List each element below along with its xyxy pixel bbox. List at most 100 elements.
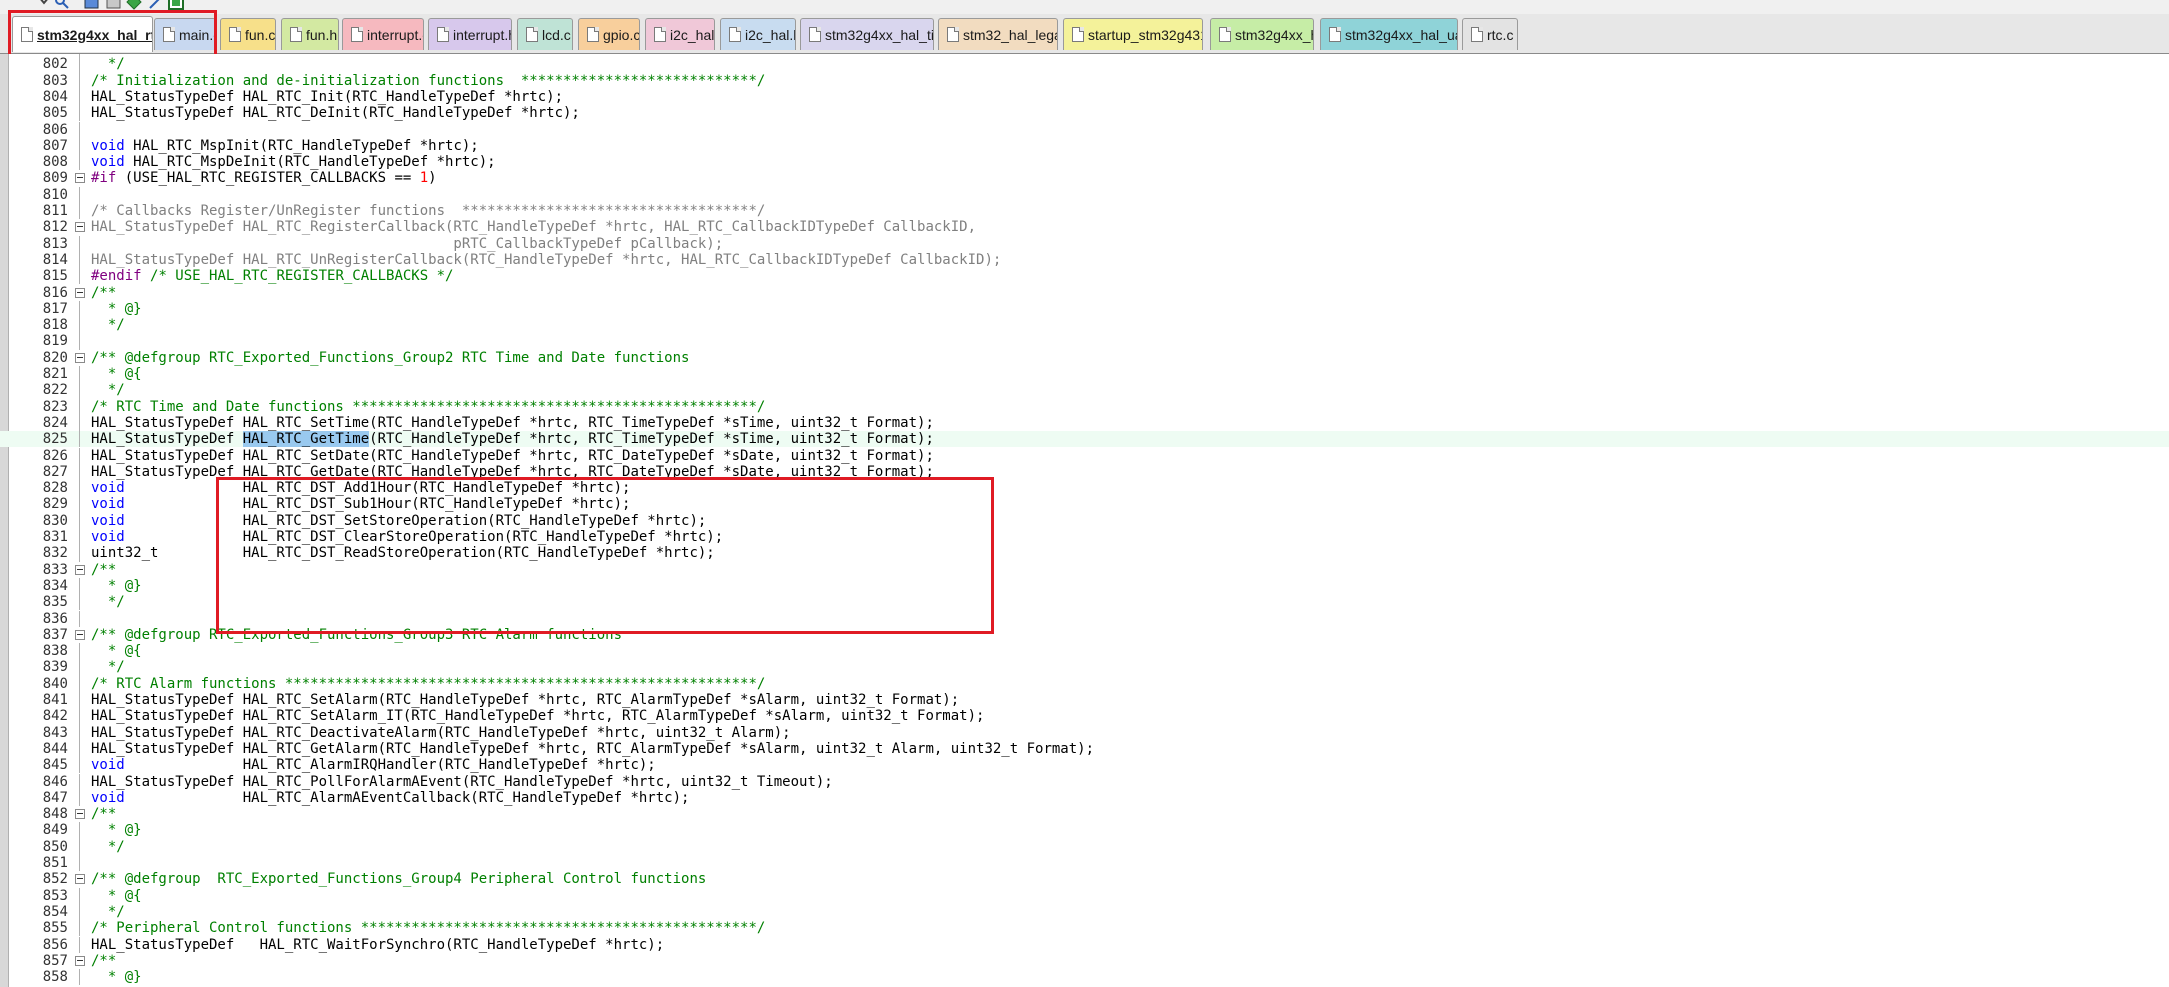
fold-toggle-icon[interactable] — [75, 173, 85, 184]
code-line[interactable]: 821 * @{ — [0, 366, 2169, 383]
fold-guide — [79, 789, 80, 807]
code-line[interactable]: 804 HAL_StatusTypeDef HAL_RTC_Init(RTC_Ha… — [0, 88, 2169, 106]
code-line[interactable]: 835 */ — [0, 594, 2169, 611]
code-line[interactable]: 810 — [0, 186, 2169, 203]
file-tab-bar: stm32g4xx_hal_rtc.h main.c fun.c fun.h inter… — [0, 14, 2169, 54]
code-line[interactable]: 809 #if (USE_HAL_RTC_REGISTER_CALLBACKS =… — [0, 170, 2169, 186]
code-line[interactable]: 811 /* Callbacks Register/UnRegister func… — [0, 203, 2169, 220]
fold-toggle-icon[interactable] — [75, 874, 85, 885]
code-line[interactable]: 842 HAL_StatusTypeDef HAL_RTC_SetAlarm_IT… — [0, 708, 2169, 725]
build-icon[interactable] — [84, 0, 100, 10]
tab-stm32-hal-legacy-h[interactable]: stm32_hal_legacy.h — [938, 18, 1058, 50]
fold-toggle-icon[interactable] — [75, 352, 85, 363]
code-line[interactable]: 833 /** — [0, 562, 2169, 578]
code-line[interactable]: 847 void HAL_RTC_AlarmAEventCallback(RTC_… — [0, 789, 2169, 807]
code-line[interactable]: 834 * @} — [0, 577, 2169, 595]
code-line[interactable]: 818 */ — [0, 317, 2169, 334]
tab-interrupt-h[interactable]: interrupt.h — [428, 18, 512, 50]
code-line[interactable]: 827 HAL_StatusTypeDef HAL_RTC_GetDate(RTC… — [0, 463, 2169, 481]
tab-gpio-c[interactable]: gpio.c — [578, 18, 640, 50]
code-line[interactable]: 817 * @} — [0, 300, 2169, 318]
line-number: 821 — [42, 366, 68, 382]
fold-guide — [79, 121, 80, 138]
code-line[interactable]: 836 — [0, 610, 2169, 627]
code-line[interactable]: 844 HAL_StatusTypeDef HAL_RTC_GetAlarm(RT… — [0, 740, 2169, 758]
dropdown-arrow-icon[interactable] — [36, 0, 52, 10]
fold-guide — [79, 480, 80, 497]
code-line[interactable]: 803 /* Initialization and de-initializati… — [0, 72, 2169, 89]
code-line[interactable]: 807 void HAL_RTC_MspInit(RTC_HandleTypeDe… — [0, 137, 2169, 155]
fold-guide — [79, 366, 80, 383]
code-line[interactable]: 806 — [0, 121, 2169, 138]
code-line[interactable]: 850 */ — [0, 838, 2169, 855]
code-line[interactable]: 845 void HAL_RTC_AlarmIRQHandler(RTC_Hand… — [0, 757, 2169, 774]
code-line[interactable]: 829 void HAL_RTC_DST_Sub1Hour(RTC_HandleT… — [0, 496, 2169, 513]
tab-i2c-hal-c[interactable]: i2c_hal.c — [645, 18, 715, 50]
code-line[interactable]: 849 * @} — [0, 822, 2169, 839]
fold-toggle-icon[interactable] — [75, 809, 85, 820]
code-line[interactable]: 841 HAL_StatusTypeDef HAL_RTC_SetAlarm(RT… — [0, 692, 2169, 709]
tab-stm32g4xx-hal-rtc-h[interactable]: stm32g4xx_hal_rtc.h — [12, 16, 153, 52]
tab-stm32g4xx-hal-tim-h[interactable]: stm32g4xx_hal_tim.h — [800, 18, 934, 50]
code-line[interactable]: 856 HAL_StatusTypeDef HAL_RTC_WaitForSync… — [0, 936, 2169, 953]
tab-label: main.c — [179, 26, 215, 43]
code-line[interactable]: 819 — [0, 333, 2169, 350]
code-line[interactable]: 822 */ — [0, 382, 2169, 399]
code-line[interactable]: 851 — [0, 855, 2169, 872]
load-icon[interactable] — [126, 0, 142, 10]
code-line[interactable]: 853 * @{ — [0, 887, 2169, 904]
code-line[interactable]: 848 /** — [0, 806, 2169, 822]
fold-toggle-icon[interactable] — [75, 629, 85, 640]
tab-i2c-hal-h[interactable]: i2c_hal.h — [720, 18, 796, 50]
code-line[interactable]: 831 void HAL_RTC_DST_ClearStoreOperation(… — [0, 529, 2169, 546]
find-icon[interactable] — [54, 0, 70, 10]
code-line[interactable]: 823 /* RTC Time and Date functions ******… — [0, 398, 2169, 415]
fold-toggle-icon[interactable] — [75, 564, 85, 575]
code-line[interactable]: 858 * @} — [0, 969, 2169, 986]
code-line[interactable]: 843 HAL_StatusTypeDef HAL_RTC_DeactivateA… — [0, 724, 2169, 741]
tab-lcd-c[interactable]: lcd.c — [517, 18, 573, 50]
code-line[interactable]: 812 HAL_StatusTypeDef HAL_RTC_RegisterCal… — [0, 219, 2169, 235]
code-line[interactable]: 824 HAL_StatusTypeDef HAL_RTC_SetTime(RTC… — [0, 414, 2169, 432]
code-line[interactable]: 805 HAL_StatusTypeDef HAL_RTC_DeInit(RTC_… — [0, 105, 2169, 122]
tab-fun-c[interactable]: fun.c — [220, 18, 276, 50]
tab-startup-stm32g431xx-s[interactable]: startup_stm32g431xx.s — [1063, 18, 1203, 50]
fold-toggle-icon[interactable] — [75, 287, 85, 298]
code-line[interactable]: 825 HAL_StatusTypeDef HAL_RTC_GetTime(RTC… — [0, 431, 2169, 448]
options-icon[interactable] — [148, 0, 164, 10]
code-line[interactable]: 814 HAL_StatusTypeDef HAL_RTC_UnRegisterC… — [0, 251, 2169, 269]
code-line[interactable]: 857 /** — [0, 953, 2169, 969]
tab-fun-h[interactable]: fun.h — [281, 18, 339, 50]
fold-guide — [79, 105, 80, 122]
code-editor[interactable]: 801 * @{802 */803/* Initialization and d… — [0, 54, 2169, 987]
line-number: 832 — [42, 545, 68, 562]
code-line[interactable]: 840 /* RTC Alarm functions **************… — [0, 675, 2169, 692]
tab-stm32g4xx-hal-c[interactable]: stm32g4xx_hal.c — [1210, 18, 1314, 50]
code-line[interactable]: 846 HAL_StatusTypeDef HAL_RTC_PollForAlar… — [0, 773, 2169, 790]
tab-main-c[interactable]: main.c — [154, 18, 216, 50]
tab-interrupt-c[interactable]: interrupt.c — [342, 18, 424, 50]
code-line[interactable]: 820 /** @defgroup RTC_Exported_Functions_… — [0, 350, 2169, 366]
debug-icon[interactable] — [168, 0, 184, 10]
fold-toggle-icon[interactable] — [75, 222, 85, 233]
code-line[interactable]: 838 * @{ — [0, 643, 2169, 660]
code-line[interactable]: 839 */ — [0, 659, 2169, 676]
tab-stm32g4xx-hal-uart-h[interactable]: stm32g4xx_hal_uart.h — [1320, 18, 1458, 50]
code-line[interactable]: 855 /* Peripheral Control functions *****… — [0, 920, 2169, 937]
tab-rtc-c[interactable]: rtc.c — [1462, 18, 1518, 50]
code-line[interactable]: 837 /** @defgroup RTC_Exported_Functions_… — [0, 627, 2169, 643]
code-line[interactable]: 832 uint32_t HAL_RTC_DST_ReadStoreOperati… — [0, 545, 2169, 562]
code-line[interactable]: 816 /** — [0, 285, 2169, 301]
code-line[interactable]: 854 */ — [0, 903, 2169, 921]
fold-toggle-icon[interactable] — [75, 955, 85, 966]
code-line[interactable]: 830 void HAL_RTC_DST_SetStoreOperation(RT… — [0, 512, 2169, 529]
code-line[interactable]: 828 void HAL_RTC_DST_Add1Hour(RTC_HandleT… — [0, 480, 2169, 497]
code-line[interactable]: 815 #endif /* USE_HAL_RTC_REGISTER_CALLBA… — [0, 268, 2169, 285]
line-code: HAL_StatusTypeDef HAL_RTC_SetAlarm_IT(RT… — [91, 708, 985, 725]
code-line[interactable]: 852 /** @defgroup RTC_Exported_Functions_… — [0, 871, 2169, 887]
code-line[interactable]: 808 void HAL_RTC_MspDeInit(RTC_HandleType… — [0, 154, 2169, 171]
code-line[interactable]: 802 */ — [0, 56, 2169, 73]
code-line[interactable]: 826 HAL_StatusTypeDef HAL_RTC_SetDate(RTC… — [0, 447, 2169, 464]
rebuild-icon[interactable] — [106, 0, 122, 10]
code-line[interactable]: 813 pRTC_CallbackTypeDef pCallback); — [0, 235, 2169, 252]
